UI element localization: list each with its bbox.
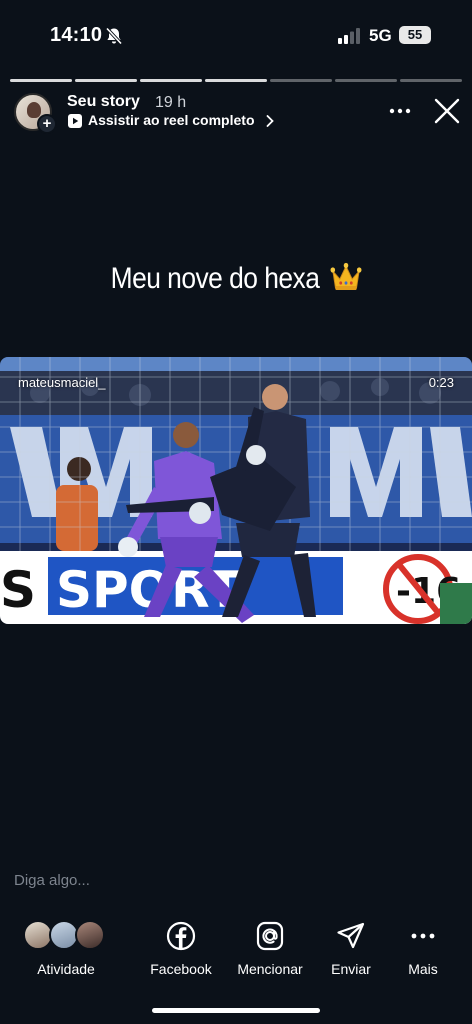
signal-icon [338, 28, 360, 44]
activity-button[interactable]: Atividade [21, 918, 111, 977]
reply-input[interactable] [14, 868, 314, 892]
more-label: Mais [408, 961, 438, 977]
story-progress [10, 79, 462, 82]
progress-segment [270, 79, 332, 82]
activity-avatars-icon [21, 918, 111, 954]
progress-segment [400, 79, 462, 82]
bottom-actions-bar: Atividade Facebook Mencionar Enviar Mais [0, 918, 472, 988]
send-icon [337, 922, 365, 949]
progress-segment [205, 79, 267, 82]
mention-label: Mencionar [237, 961, 303, 977]
reel-preview[interactable]: SPORT S -16 mateusmaciel_ 0:23 [0, 357, 472, 624]
facebook-label: Facebook [150, 961, 212, 977]
progress-segment [75, 79, 137, 82]
more-horizontal-icon [411, 933, 435, 939]
reel-video-frame: SPORT S -16 [0, 357, 472, 624]
reel-username[interactable]: mateusmaciel_ [18, 375, 105, 390]
reel-duration: 0:23 [428, 375, 454, 390]
crown-icon [330, 262, 362, 290]
mention-icon [256, 921, 284, 951]
progress-segment [140, 79, 202, 82]
mention-button[interactable]: Mencionar [225, 918, 315, 977]
status-bar: 14:10 5G 55 [0, 0, 472, 70]
status-time: 14:10 [50, 24, 103, 46]
more-button[interactable]: Mais [378, 918, 468, 977]
activity-avatar-3 [75, 920, 105, 950]
progress-segment [10, 79, 72, 82]
svg-text:S: S [0, 561, 36, 619]
bell-muted-icon [105, 27, 123, 45]
add-story-plus-icon[interactable]: + [37, 114, 57, 134]
chevron-right-icon[interactable] [266, 115, 274, 127]
facebook-icon [166, 921, 196, 951]
battery-indicator: 55 [399, 26, 431, 44]
story-caption: Meu nove do hexa [28, 262, 443, 296]
story-screen: 14:10 5G 55 + Seu story 19 h Assistir ao… [0, 0, 472, 1024]
story-title: Seu story [67, 93, 140, 110]
network-type: 5G [369, 26, 392, 45]
close-icon[interactable] [434, 98, 460, 124]
reel-play-icon[interactable] [68, 114, 82, 128]
activity-label: Atividade [37, 961, 95, 977]
watch-full-reel-link[interactable]: Assistir ao reel completo [88, 112, 255, 128]
more-options-icon[interactable] [388, 103, 412, 119]
caption-text: Meu nove do hexa [110, 262, 320, 295]
progress-segment [335, 79, 397, 82]
home-indicator[interactable] [152, 1008, 320, 1013]
facebook-button[interactable]: Facebook [136, 918, 226, 977]
send-label: Enviar [331, 961, 371, 977]
story-time-ago: 19 h [155, 94, 187, 111]
